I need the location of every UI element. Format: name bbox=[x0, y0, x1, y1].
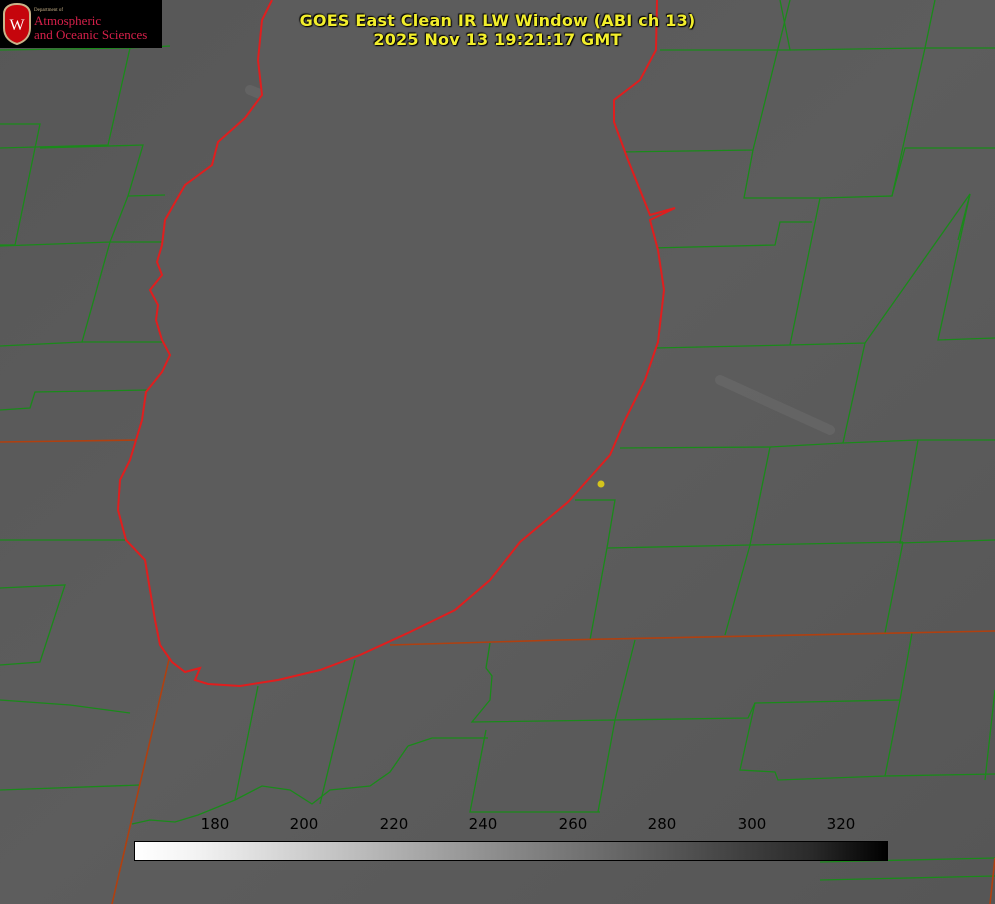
logo-line-2: and Oceanic Sciences bbox=[34, 27, 148, 42]
uw-crest-icon: W bbox=[3, 2, 31, 46]
colorbar-tick-label: 280 bbox=[647, 815, 677, 833]
colorbar-tick-label: 320 bbox=[826, 815, 856, 833]
colorbar-gradient bbox=[134, 841, 888, 861]
aos-logo: W Department of Atmospheric and Oceanic … bbox=[0, 0, 162, 48]
crest-letter: W bbox=[9, 17, 25, 34]
colorbar-tick-label: 200 bbox=[289, 815, 319, 833]
colorbar-tick-label: 300 bbox=[737, 815, 767, 833]
satellite-map bbox=[0, 0, 995, 904]
colorbar-tick-label: 180 bbox=[200, 815, 230, 833]
colorbar-tick-label: 220 bbox=[379, 815, 409, 833]
location-marker bbox=[597, 480, 605, 488]
colorbar-tick-label: 260 bbox=[558, 815, 588, 833]
colorbar-tick-label: 240 bbox=[468, 815, 498, 833]
